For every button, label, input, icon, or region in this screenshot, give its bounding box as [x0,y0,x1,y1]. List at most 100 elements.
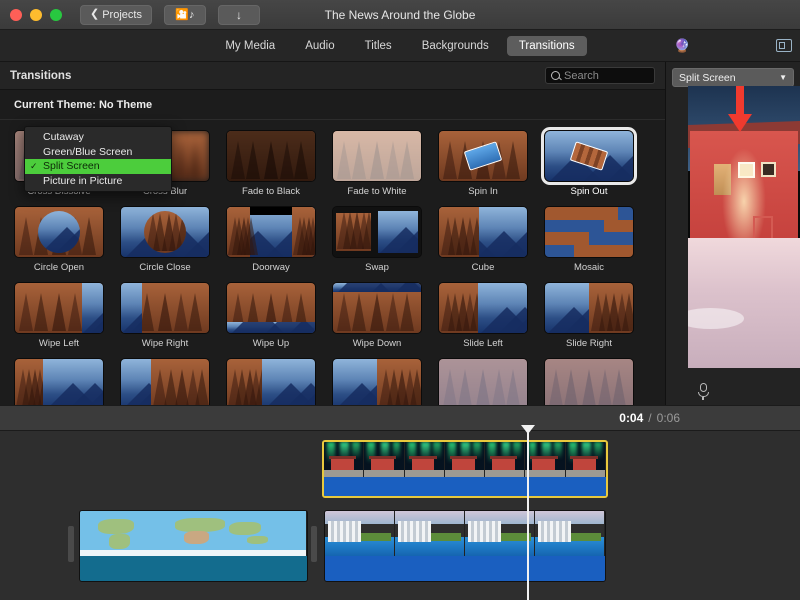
transition-label: Doorway [226,262,316,273]
transition-label: Wipe Right [120,338,210,349]
transition-tile-cube[interactable]: Cube [438,206,528,273]
clip-frame [324,442,364,477]
current-theme-row: Current Theme: No Theme [0,90,665,120]
clip-frame [485,442,525,477]
transition-label: Slide Left [438,338,528,349]
menu-label: Cutaway [43,131,84,143]
magic-wand-icon[interactable]: 🔮 [674,38,690,54]
transition-tile-wipe-left[interactable]: Wipe Left [14,282,104,349]
transition-tile-wipe-down[interactable]: Wipe Down [332,282,422,349]
clip-frame [465,511,535,556]
clip-frame [395,511,465,556]
current-time: 0:04 [619,411,643,425]
timeline[interactable]: ☰ [0,431,800,600]
transition-thumbnail [120,206,210,258]
tab-titles[interactable]: Titles [353,36,404,56]
clip-frame [445,442,485,477]
red-down-arrow-annotation [728,86,752,134]
tab-audio[interactable]: Audio [293,36,346,56]
overlay-settings-row: Split Screen ▼ [666,62,800,87]
transition-label: Mosaic [544,262,634,273]
timeline-clip-world-map[interactable] [79,510,308,582]
transition-thumbnail [226,282,316,334]
transition-tile-partial[interactable] [544,358,634,405]
transition-thumbnail [438,130,528,182]
transition-tile-wipe-right[interactable]: Wipe Right [120,282,210,349]
viewer-toolbar: 🔮 [666,30,800,62]
trim-handle-right[interactable] [311,526,317,562]
menu-item-split-screen[interactable]: ✓ Split Screen [25,159,171,174]
transition-tile-wipe-up[interactable]: Wipe Up [226,282,316,349]
transition-tile-partial[interactable] [14,358,104,405]
playhead-marker[interactable] [521,425,535,434]
menu-label: Picture in Picture [43,175,122,187]
clip-frame [566,442,606,477]
clip-frame [405,442,445,477]
overlay-mode-select[interactable]: Split Screen ▼ [672,68,794,87]
clip-filmstrip [80,511,307,556]
time-separator: / [648,411,651,425]
transition-thumbnail [438,358,528,405]
window-title: The News Around the Globe [0,8,800,22]
transition-label: Circle Close [120,262,210,273]
playhead-line[interactable] [527,431,529,600]
tab-my-media[interactable]: My Media [213,36,287,56]
transition-thumbnail [226,130,316,182]
transition-tile-slide-left[interactable]: Slide Left [438,282,528,349]
transition-thumbnail [438,282,528,334]
transition-thumbnail [14,358,104,405]
menu-label: Green/Blue Screen [43,146,132,158]
transition-tile-partial[interactable] [438,358,528,405]
transition-tile-partial[interactable] [120,358,210,405]
transition-tile-swap[interactable]: Swap [332,206,422,273]
transition-tile-spin-out[interactable]: Spin Out [544,130,634,197]
transition-thumbnail [544,206,634,258]
transition-thumbnail [14,282,104,334]
clip-frame [535,511,605,556]
tab-backgrounds[interactable]: Backgrounds [410,36,501,56]
transition-tile-circle-close[interactable]: Circle Close [120,206,210,273]
transition-tile-partial[interactable] [332,358,422,405]
clip-frame [364,442,404,477]
transition-thumbnail [332,206,422,258]
preview-snow-bank [688,308,744,329]
trim-handle-left[interactable] [68,526,74,562]
clip-frame [325,511,395,556]
transition-tile-fade-to-white[interactable]: Fade to White [332,130,422,197]
transition-tile-partial[interactable] [226,358,316,405]
transition-thumbnail [438,206,528,258]
search-field[interactable] [545,67,655,84]
transition-tile-fade-to-black[interactable]: Fade to Black [226,130,316,197]
transition-thumbnail [226,358,316,405]
crop-icon[interactable] [776,39,792,52]
timeline-toolbar: 0:04 / 0:06 [0,405,800,431]
clip-filmstrip [325,511,605,556]
transition-thumbnail [226,206,316,258]
transition-tile-spin-in[interactable]: Spin In [438,130,528,197]
imovie-window: ❮ Projects 🎦♪ ↓ The News Around the Glob… [0,0,800,600]
magnifier-icon [551,71,560,80]
current-theme-label: Current Theme: No Theme [14,99,152,111]
transition-tile-mosaic[interactable]: Mosaic [544,206,634,273]
menu-item-cutaway[interactable]: Cutaway [25,130,171,145]
tab-transitions[interactable]: Transitions [507,36,587,56]
menu-label: Split Screen [43,160,100,172]
microphone-icon[interactable] [696,383,710,399]
transition-thumbnail [544,282,634,334]
transition-thumbnail [332,130,422,182]
transition-tile-circle-open[interactable]: Circle Open [14,206,104,273]
overlay-mode-menu[interactable]: Cutaway Green/Blue Screen ✓ Split Screen… [24,126,172,192]
clip-frame [80,511,307,556]
check-icon: ✓ [30,161,38,172]
menu-item-green-blue-screen[interactable]: Green/Blue Screen [25,145,171,160]
transition-thumbnail [120,358,210,405]
search-input[interactable] [564,70,649,82]
menu-item-picture-in-picture[interactable]: Picture in Picture [25,174,171,189]
transition-label: Wipe Down [332,338,422,349]
transition-tile-slide-right[interactable]: Slide Right [544,282,634,349]
timeline-clip-waterfall[interactable] [324,510,606,582]
clip-audio-band [324,477,606,496]
transition-tile-doorway[interactable]: Doorway [226,206,316,273]
transition-thumbnail [332,358,422,405]
timeline-clip-aurora[interactable] [322,440,608,498]
